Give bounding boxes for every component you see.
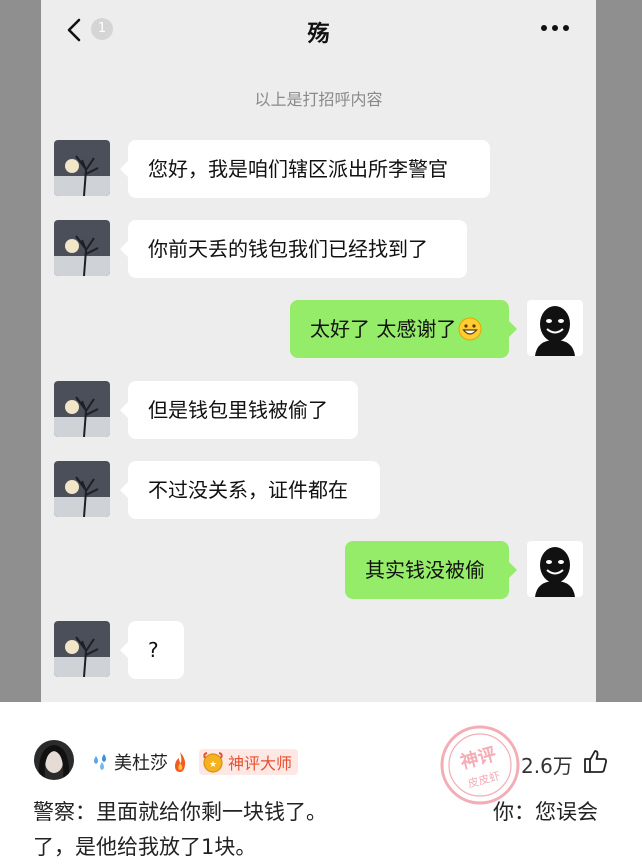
commenter-info: 美杜莎 ★ 神评大师 bbox=[90, 748, 299, 776]
message-text: 太好了 太感谢了 bbox=[310, 317, 457, 341]
contact-avatar[interactable] bbox=[54, 220, 110, 276]
my-avatar[interactable] bbox=[527, 541, 583, 597]
message-text: ? bbox=[148, 638, 159, 662]
message-bubble[interactable]: 其实钱没被偷 bbox=[345, 541, 517, 599]
winter-tree-avatar-icon bbox=[54, 140, 110, 196]
system-notice: 以上是打招呼内容 bbox=[254, 90, 383, 109]
contact-avatar[interactable] bbox=[54, 461, 110, 517]
comment-text-line-1: 警察：里面就给你剩一块钱了。 你：您误会 bbox=[33, 796, 613, 828]
user-title-text: 神评大师 bbox=[228, 754, 293, 773]
contact-avatar[interactable] bbox=[54, 621, 110, 677]
user-title-badge: ★ 神评大师 bbox=[199, 749, 299, 775]
message-text: 其实钱没被偷 bbox=[365, 558, 485, 582]
thumbs-up-icon[interactable] bbox=[582, 748, 608, 774]
comment-text-line-2: 了，是他给我放了1块。 bbox=[33, 835, 257, 859]
message-bubble[interactable]: 您好，我是咱们辖区派出所李警官 bbox=[120, 140, 490, 198]
dark-silhouette-avatar-icon bbox=[527, 541, 583, 597]
more-options-icon[interactable] bbox=[539, 22, 571, 34]
grinning-face-icon bbox=[458, 317, 482, 340]
left-margin bbox=[0, 0, 41, 702]
message-text: 但是钱包里钱被偷了 bbox=[148, 398, 328, 422]
commenter-avatar-icon bbox=[34, 740, 74, 780]
water-drops-icon bbox=[94, 754, 106, 770]
contact-avatar[interactable] bbox=[54, 381, 110, 437]
chat-title: 殇 bbox=[307, 22, 330, 47]
message-bubble[interactable]: 但是钱包里钱被偷了 bbox=[120, 381, 358, 439]
comment-text-part: 警察：里面就给你剩一块钱了。 bbox=[33, 800, 327, 824]
chat-screen: 1 殇 以上是打招呼内容 您好，我是咱们辖区派出所李警官 你前天丢的钱包我们已经… bbox=[41, 0, 596, 702]
contact-avatar[interactable] bbox=[54, 140, 110, 196]
winter-tree-avatar-icon bbox=[54, 621, 110, 677]
stamp-sub-text: 皮皮虾 bbox=[466, 769, 501, 790]
right-margin bbox=[596, 0, 642, 702]
message-text: 不过没关系，证件都在 bbox=[148, 478, 348, 502]
message-text: 您好，我是咱们辖区派出所李警官 bbox=[148, 157, 448, 181]
message-bubble[interactable]: 不过没关系，证件都在 bbox=[120, 461, 380, 519]
message-bubble[interactable]: 你前天丢的钱包我们已经找到了 bbox=[120, 220, 467, 278]
unread-count-badge: 1 bbox=[91, 18, 113, 40]
svg-text:★: ★ bbox=[209, 760, 217, 770]
dark-silhouette-avatar-icon bbox=[527, 300, 583, 356]
medal-icon: ★ bbox=[203, 752, 223, 773]
fire-icon bbox=[175, 752, 186, 772]
message-text: 你前天丢的钱包我们已经找到了 bbox=[148, 237, 428, 261]
like-count: 2.6万 bbox=[521, 754, 573, 778]
commenter-avatar[interactable] bbox=[34, 740, 74, 780]
stamp-main-text: 神评 bbox=[458, 743, 498, 774]
comment-text-part: 你：您误会 bbox=[493, 800, 598, 824]
message-bubble[interactable]: ? bbox=[120, 621, 184, 679]
chat-header: 1 殇 bbox=[41, 0, 596, 62]
my-avatar[interactable] bbox=[527, 300, 583, 356]
message-bubble[interactable]: 太好了 太感谢了 bbox=[290, 300, 517, 358]
back-arrow-icon[interactable] bbox=[63, 15, 87, 45]
winter-tree-avatar-icon bbox=[54, 220, 110, 276]
winter-tree-avatar-icon bbox=[54, 381, 110, 437]
commenter-username[interactable]: 美杜莎 bbox=[114, 749, 168, 775]
winter-tree-avatar-icon bbox=[54, 461, 110, 517]
